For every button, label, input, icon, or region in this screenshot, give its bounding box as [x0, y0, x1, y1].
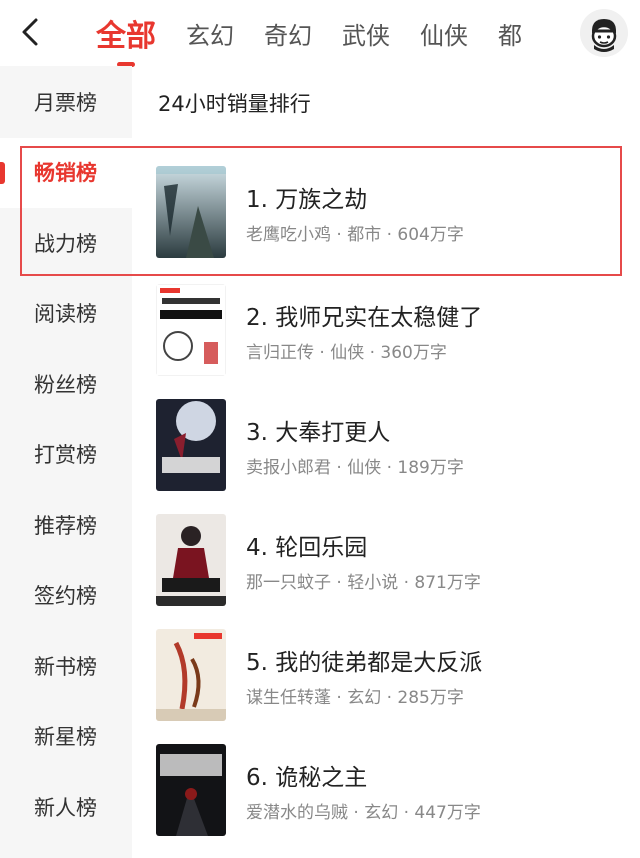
tab-xianxia[interactable]: 仙侠: [420, 16, 468, 51]
book-cover: [156, 629, 226, 721]
sidebar-item-tips[interactable]: 打赏榜: [0, 420, 132, 490]
book-row[interactable]: 5. 我的徒弟都是大反派 谋生任转蓬 · 玄幻 · 285万字: [156, 629, 616, 721]
sidebar-item-recommend[interactable]: 推荐榜: [0, 491, 132, 561]
book-title: 5. 我的徒弟都是大反派: [246, 650, 483, 676]
book-row[interactable]: 3. 大奉打更人 卖报小郎君 · 仙侠 · 189万字: [156, 399, 616, 491]
back-arrow-icon[interactable]: [14, 14, 50, 50]
ranking-title: 24小时销量排行: [158, 92, 311, 116]
book-title: 1. 万族之劫: [246, 187, 368, 213]
sidebar-item-fans[interactable]: 粉丝榜: [0, 350, 132, 420]
tab-all[interactable]: 全部: [96, 11, 156, 67]
tab-wuxia[interactable]: 武侠: [342, 16, 390, 51]
book-title: 6. 诡秘之主: [246, 765, 368, 791]
book-title: 2. 我师兄实在太稳健了: [246, 305, 483, 331]
book-meta: 谋生任转蓬 · 玄幻 · 285万字: [246, 688, 464, 708]
book-cover: [156, 166, 226, 258]
book-title: 3. 大奉打更人: [246, 420, 391, 446]
book-row[interactable]: 1. 万族之劫 老鹰吃小鸡 · 都市 · 604万字: [156, 166, 616, 258]
tab-xuanhuan[interactable]: 玄幻: [186, 16, 234, 51]
book-row[interactable]: 4. 轮回乐园 那一只蚊子 · 轻小说 · 871万字: [156, 514, 616, 606]
category-tabs: 全部 玄幻 奇幻 武侠 仙侠 都: [96, 0, 554, 67]
tabs-fade: [536, 0, 576, 66]
book-cover: [156, 744, 226, 836]
tab-qihuan[interactable]: 奇幻: [264, 16, 312, 51]
book-meta: 卖报小郎君 · 仙侠 · 189万字: [246, 458, 464, 478]
book-row[interactable]: 2. 我师兄实在太稳健了 言归正传 · 仙侠 · 360万字: [156, 284, 616, 376]
book-row[interactable]: 6. 诡秘之主 爱潜水的乌贼 · 玄幻 · 447万字: [156, 744, 616, 836]
book-cover: [156, 284, 226, 376]
sidebar-item-reading[interactable]: 阅读榜: [0, 279, 132, 349]
sidebar-item-new-authors[interactable]: 新人榜: [0, 773, 132, 843]
book-meta: 爱潜水的乌贼 · 玄幻 · 447万字: [246, 803, 481, 823]
sidebar-item-monthly-ticket[interactable]: 月票榜: [0, 68, 132, 138]
top-bar: 全部 玄幻 奇幻 武侠 仙侠 都: [0, 0, 640, 67]
book-cover: [156, 514, 226, 606]
book-cover: [156, 399, 226, 491]
book-meta: 老鹰吃小鸡 · 都市 · 604万字: [246, 225, 464, 245]
sidebar-item-new-books[interactable]: 新书榜: [0, 632, 132, 702]
tab-dushi[interactable]: 都: [498, 16, 524, 51]
user-avatar-icon[interactable]: [580, 9, 628, 57]
sidebar-item-new-stars[interactable]: 新星榜: [0, 702, 132, 772]
book-meta: 言归正传 · 仙侠 · 360万字: [246, 343, 447, 363]
book-title: 4. 轮回乐园: [246, 535, 368, 561]
sidebar-item-signed[interactable]: 签约榜: [0, 561, 132, 631]
book-meta: 那一只蚊子 · 轻小说 · 871万字: [246, 573, 481, 593]
